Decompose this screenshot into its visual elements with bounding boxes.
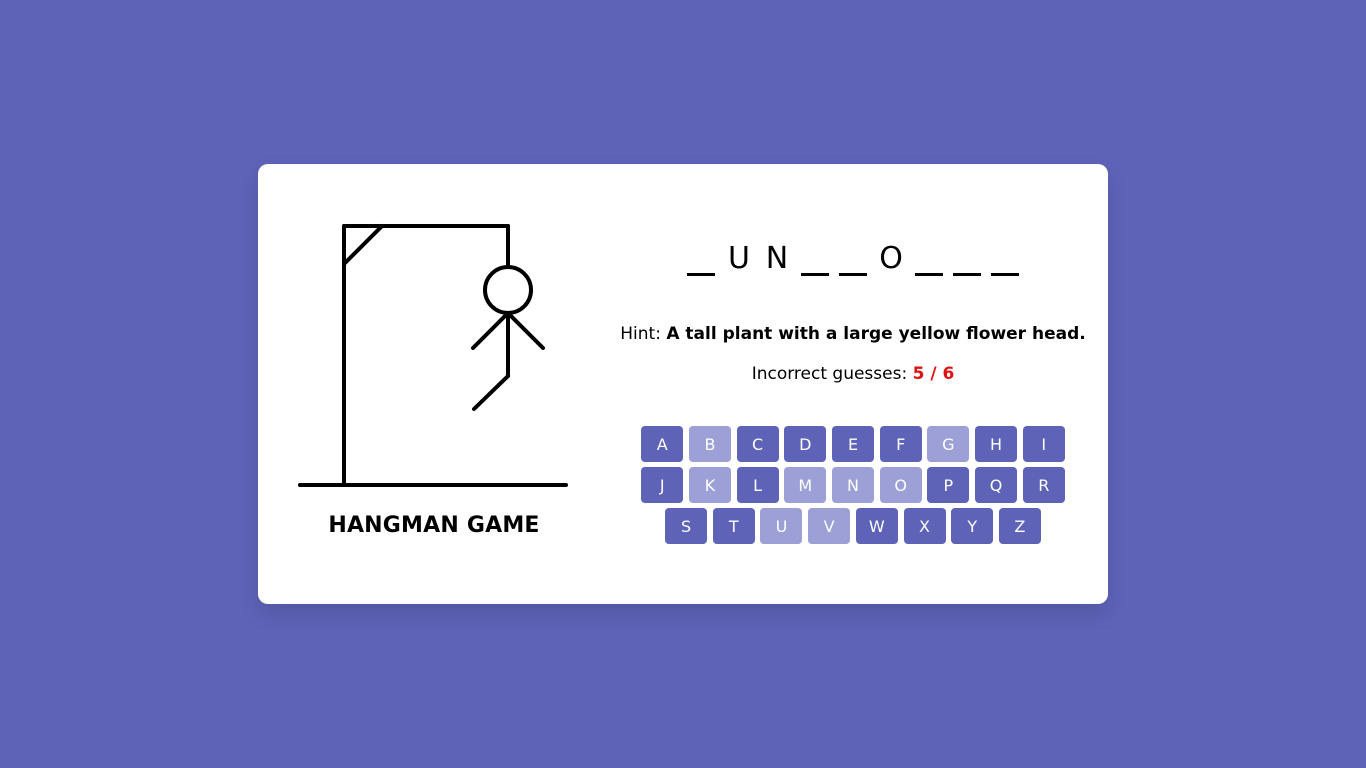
word-letter: U <box>724 240 754 284</box>
word-blank <box>952 240 982 284</box>
word-display: UN O <box>618 240 1088 284</box>
letter-key-u: U <box>760 508 803 544</box>
hint-text: A tall plant with a large yellow flower … <box>666 324 1086 344</box>
letter-key-o: O <box>879 467 922 503</box>
letter-key-k: K <box>688 467 731 503</box>
word-blank <box>800 240 830 284</box>
letter-key-j[interactable]: J <box>641 467 684 503</box>
hangman-right-arm <box>506 311 545 350</box>
letter-key-z[interactable]: Z <box>998 508 1041 544</box>
keyboard-row: JKLMNOPQR <box>618 467 1088 503</box>
letter-key-p[interactable]: P <box>927 467 970 503</box>
letter-key-v: V <box>808 508 851 544</box>
word-blank <box>686 240 716 284</box>
hint: Hint: A tall plant with a large yellow f… <box>618 324 1088 344</box>
hangman-left-leg <box>472 374 510 411</box>
letter-key-b: B <box>688 426 731 462</box>
word-blank <box>914 240 944 284</box>
word-letter: N <box>762 240 792 284</box>
word-blank <box>838 240 868 284</box>
letter-key-e[interactable]: E <box>832 426 874 462</box>
letter-key-s[interactable]: S <box>665 508 708 544</box>
game-panel: UNO Hint: A tall plant with a large yell… <box>618 224 1088 564</box>
game-title: HANGMAN GAME <box>328 513 540 538</box>
incorrect-guesses: Incorrect guesses: 5 / 6 <box>618 364 1088 384</box>
keyboard-row: ABCDEFGHI <box>618 426 1088 462</box>
letter-keyboard: ABCDEFGHI JKLMNOPQR STUVWXYZ <box>618 426 1088 549</box>
word-letter-text: N <box>765 241 789 276</box>
word-letter-text: U <box>728 241 750 276</box>
letter-key-m: M <box>784 467 827 503</box>
letter-key-y[interactable]: Y <box>951 508 994 544</box>
letter-key-i[interactable]: I <box>1022 426 1065 462</box>
letter-key-a[interactable]: A <box>641 426 684 462</box>
hint-label: Hint: <box>620 324 661 344</box>
letter-key-c[interactable]: C <box>736 426 779 462</box>
hangman-head <box>483 265 533 315</box>
letter-key-l[interactable]: L <box>736 467 779 503</box>
letter-key-n: N <box>832 467 874 503</box>
letter-key-f[interactable]: F <box>879 426 922 462</box>
word-letter: O <box>876 240 906 284</box>
word-letter-text: O <box>879 241 903 276</box>
incorrect-guesses-label: Incorrect guesses: <box>751 364 908 384</box>
word-blank <box>990 240 1020 284</box>
hangman-left-arm <box>471 311 510 350</box>
game-card: HANGMAN GAME UNO Hint: A tall plant with… <box>258 164 1108 604</box>
letter-key-h[interactable]: H <box>975 426 1018 462</box>
keyboard-row: STUVWXYZ <box>618 508 1088 544</box>
letter-key-w[interactable]: W <box>855 508 898 544</box>
letter-key-t[interactable]: T <box>712 508 755 544</box>
letter-key-r[interactable]: R <box>1022 467 1065 503</box>
letter-key-g: G <box>927 426 970 462</box>
hangman-panel: HANGMAN GAME <box>296 218 572 558</box>
letter-key-d[interactable]: D <box>784 426 827 462</box>
incorrect-guesses-count: 5 / 6 <box>912 364 955 384</box>
letter-key-q[interactable]: Q <box>975 467 1018 503</box>
hangman-drawing <box>298 224 568 487</box>
gallows-brace <box>342 224 384 266</box>
letter-key-x[interactable]: X <box>903 508 946 544</box>
